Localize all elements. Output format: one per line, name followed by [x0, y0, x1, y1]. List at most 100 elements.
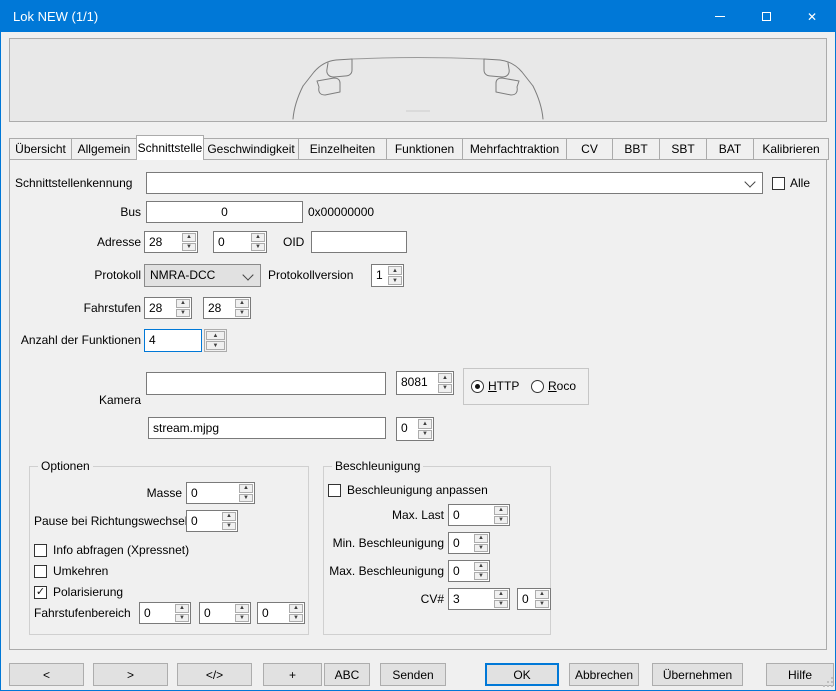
max-beschleunigung-spinner[interactable]: 0 ▲▼ [448, 560, 490, 582]
spin-down-icon[interactable]: ▼ [176, 309, 190, 318]
oid-input[interactable] [311, 231, 407, 253]
min-beschleunigung-spinner[interactable]: 0 ▲▼ [448, 532, 490, 554]
spin-up-icon[interactable]: ▲ [175, 604, 189, 613]
spin-down-icon[interactable]: ▼ [182, 243, 196, 252]
tab-bat[interactable]: BAT [706, 138, 754, 160]
tab-uebersicht[interactable]: Übersicht [9, 138, 72, 160]
spin-down-icon[interactable]: ▼ [289, 614, 303, 623]
tab-kalibrieren[interactable]: Kalibrieren [753, 138, 829, 160]
fahrstufenbereich-spinner-1[interactable]: 0 ▲▼ [139, 602, 191, 624]
prev-button[interactable]: < [9, 663, 84, 686]
plus-button[interactable]: + [263, 663, 322, 686]
ok-button[interactable]: OK [485, 663, 559, 686]
kamera-stream-index-spinner[interactable]: 0 ▲▼ [396, 417, 434, 441]
tab-mehrfachtraktion[interactable]: Mehrfachtraktion [462, 138, 567, 160]
tab-schnittstelle[interactable]: Schnittstelle [136, 135, 204, 160]
tab-funktionen[interactable]: Funktionen [386, 138, 463, 160]
spin-down-icon[interactable]: ▼ [175, 614, 189, 623]
spin-up-icon[interactable]: ▲ [235, 604, 249, 613]
next-button[interactable]: > [93, 663, 168, 686]
tab-allgemein[interactable]: Allgemein [71, 138, 137, 160]
adresse-spinner-1[interactable]: 28 ▲▼ [144, 231, 198, 253]
alle-checkbox[interactable] [772, 177, 785, 190]
cv-spinner-1[interactable]: 3 ▲▼ [448, 588, 510, 610]
fahrstufenbereich-spinner-3[interactable]: 0 ▲▼ [257, 602, 305, 624]
info-abfragen-checkbox[interactable] [34, 544, 47, 557]
resize-grip[interactable] [821, 675, 835, 689]
locomotive-preview-panel [9, 38, 827, 122]
code-button[interactable]: </> [177, 663, 252, 686]
spin-up-icon[interactable]: ▲ [438, 373, 452, 383]
fahrstufen-spinner-1[interactable]: 28 ▲▼ [144, 297, 192, 319]
protokollversion-label: Protokollversion [268, 268, 353, 283]
spin-up-icon[interactable]: ▲ [494, 590, 508, 599]
spin-down-icon[interactable]: ▼ [535, 600, 549, 609]
oid-label: OID [283, 235, 304, 250]
chevron-down-icon[interactable] [744, 176, 755, 187]
spin-down-icon[interactable]: ▼ [251, 243, 265, 252]
spin-down-icon[interactable]: ▼ [438, 384, 452, 394]
spin-up-icon[interactable]: ▲ [235, 299, 249, 308]
spin-up-icon[interactable]: ▲ [388, 266, 402, 275]
spin-up-icon[interactable]: ▲ [251, 233, 265, 242]
spin-up-icon[interactable]: ▲ [535, 590, 549, 599]
close-button[interactable]: ✕ [789, 1, 835, 32]
kamera-url-input[interactable] [146, 372, 386, 395]
tab-sbt[interactable]: SBT [659, 138, 707, 160]
senden-button[interactable]: Senden [380, 663, 446, 686]
spin-down-icon[interactable]: ▼ [474, 572, 488, 581]
spin-up-icon[interactable]: ▲ [474, 562, 488, 571]
roco-radio[interactable] [531, 380, 544, 393]
bus-input[interactable]: 0 [146, 201, 303, 223]
spin-up-icon[interactable]: ▲ [182, 233, 196, 242]
beschleunigung-group-title: Beschleunigung [332, 459, 423, 474]
spin-up-icon[interactable]: ▲ [494, 506, 508, 515]
uebernehmen-button[interactable]: Übernehmen [652, 663, 743, 686]
minimize-button[interactable] [697, 1, 743, 32]
spin-up-icon[interactable]: ▲ [289, 604, 303, 613]
tab-einzelheiten[interactable]: Einzelheiten [298, 138, 387, 160]
spin-up-icon[interactable]: ▲ [474, 534, 488, 543]
spin-up-icon[interactable]: ▲ [206, 331, 225, 340]
bus-label: Bus [15, 205, 141, 220]
fahrstufenbereich-spinner-2[interactable]: 0 ▲▼ [199, 602, 251, 624]
protokoll-dropdown[interactable]: NMRA-DCC [144, 264, 261, 287]
spin-up-icon[interactable]: ▲ [176, 299, 190, 308]
tab-bbt[interactable]: BBT [612, 138, 660, 160]
spin-up-icon[interactable]: ▲ [418, 419, 432, 429]
beschleunigung-anpassen-checkbox[interactable] [328, 484, 341, 497]
spin-down-icon[interactable]: ▼ [418, 430, 432, 440]
abc-button[interactable]: ABC [324, 663, 370, 686]
spin-down-icon[interactable]: ▼ [206, 341, 225, 350]
schnittstellenkennung-combobox[interactable] [146, 172, 763, 194]
spin-down-icon[interactable]: ▼ [388, 276, 402, 285]
umkehren-checkbox[interactable] [34, 565, 47, 578]
spin-up-icon[interactable]: ▲ [222, 512, 236, 521]
max-last-spinner[interactable]: 0 ▲▼ [448, 504, 510, 526]
spin-down-icon[interactable]: ▼ [239, 494, 253, 503]
spin-down-icon[interactable]: ▼ [235, 309, 249, 318]
abbrechen-button[interactable]: Abbrechen [569, 663, 639, 686]
fahrstufen-spinner-2[interactable]: 28 ▲▼ [203, 297, 251, 319]
spin-down-icon[interactable]: ▼ [474, 544, 488, 553]
spin-down-icon[interactable]: ▼ [494, 516, 508, 525]
spin-down-icon[interactable]: ▼ [222, 522, 236, 531]
adresse-spinner-2[interactable]: 0 ▲▼ [213, 231, 267, 253]
masse-spinner[interactable]: 0 ▲▼ [186, 482, 255, 504]
kamera-stream-input[interactable]: stream.mjpg [148, 417, 386, 439]
spin-down-icon[interactable]: ▼ [235, 614, 249, 623]
spin-up-icon[interactable]: ▲ [239, 484, 253, 493]
polarisierung-checkbox[interactable]: ✓ [34, 586, 47, 599]
tab-cv[interactable]: CV [566, 138, 613, 160]
kamera-port-spinner[interactable]: 8081 ▲▼ [396, 371, 454, 395]
cv-spinner-2[interactable]: 0 ▲▼ [517, 588, 551, 610]
tab-geschwindigkeit[interactable]: Geschwindigkeit [203, 138, 299, 160]
anzahl-funktionen-spinner[interactable]: 4 ▲▼ [144, 329, 227, 352]
bus-hex-value: 0x00000000 [308, 205, 374, 220]
pause-spinner[interactable]: 0 ▲▼ [186, 510, 238, 532]
protokollversion-spinner[interactable]: 1 ▲▼ [371, 264, 404, 287]
spin-down-icon[interactable]: ▼ [494, 600, 508, 609]
maximize-button[interactable] [743, 1, 789, 32]
http-radio[interactable] [471, 380, 484, 393]
pause-label: Pause bei Richtungswechsel [34, 514, 182, 529]
